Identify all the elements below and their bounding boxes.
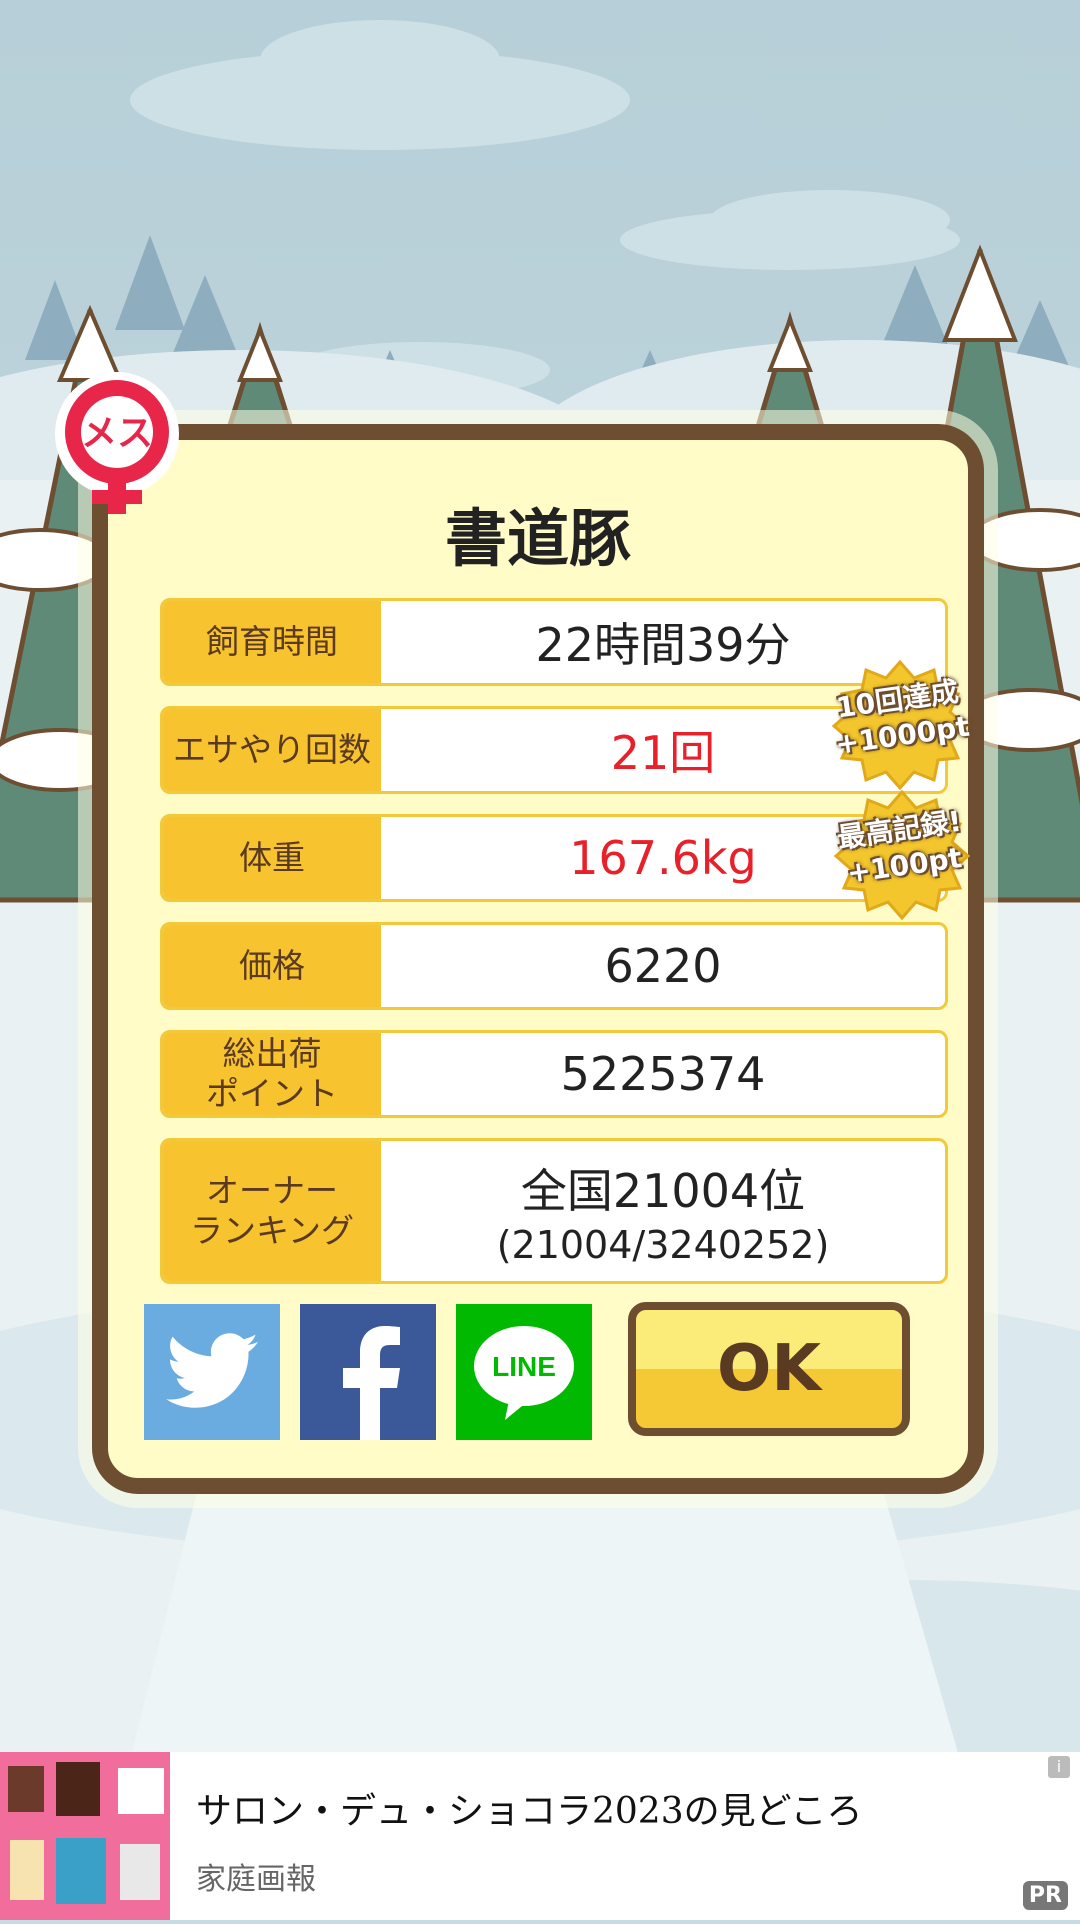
- result-dialog: 書道豚 飼育時間 22時間39分 エサやり回数 21回 体重 167.6kg 価…: [92, 424, 984, 1494]
- ad-pr-badge: PR: [1022, 1881, 1068, 1910]
- ad-info-icon[interactable]: i: [1048, 1756, 1070, 1778]
- gender-label: メス: [81, 413, 153, 454]
- stat-label: 飼育時間: [163, 601, 381, 683]
- stat-label: オーナー ランキング: [163, 1141, 381, 1281]
- stat-label: 総出荷 ポイント: [163, 1033, 381, 1115]
- stat-label: 価格: [163, 925, 381, 1007]
- facebook-f-icon: [343, 1326, 400, 1440]
- stat-row-owner-ranking: オーナー ランキング 全国21004位 (21004/3240252): [160, 1138, 948, 1284]
- ranking-detail: (21004/3240252): [496, 1223, 830, 1267]
- line-bubble-icon: LINE: [474, 1326, 574, 1420]
- stat-value: 6220: [604, 939, 722, 993]
- ad-banner[interactable]: サロン・デュ・ショコラ2023の見どころ 家庭画報 i PR: [0, 1752, 1080, 1920]
- stat-row-shipping-points: 総出荷 ポイント 5225374: [160, 1030, 948, 1118]
- facebook-share-button[interactable]: [300, 1304, 436, 1440]
- ok-button[interactable]: OK: [628, 1302, 910, 1436]
- ad-thumbnail[interactable]: [0, 1752, 170, 1920]
- stat-value: 5225374: [560, 1047, 766, 1101]
- stat-label: 体重: [163, 817, 381, 899]
- twitter-bird-icon: [166, 1333, 258, 1408]
- twitter-share-button[interactable]: [144, 1304, 280, 1440]
- female-gender-icon: メス: [55, 372, 179, 514]
- ad-source: 家庭画報: [196, 1862, 316, 1897]
- achievement-badge-feed: 10回達成 +1000pt: [830, 660, 971, 790]
- chocolate-image: [0, 1752, 170, 1920]
- stat-label: エサやり回数: [163, 709, 381, 791]
- stat-value: 全国21004位 (21004/3240252): [381, 1141, 945, 1281]
- ranking-value: 全国21004位: [520, 1164, 806, 1218]
- pig-name: 書道豚: [444, 502, 631, 575]
- achievement-badge-weight: 最高記録! +100pt: [832, 790, 972, 920]
- stat-row-price: 価格 6220: [160, 922, 948, 1010]
- line-share-button[interactable]: LINE: [456, 1304, 592, 1440]
- ad-title[interactable]: サロン・デュ・ショコラ2023の見どころ: [196, 1782, 863, 1834]
- line-label: LINE: [492, 1351, 556, 1382]
